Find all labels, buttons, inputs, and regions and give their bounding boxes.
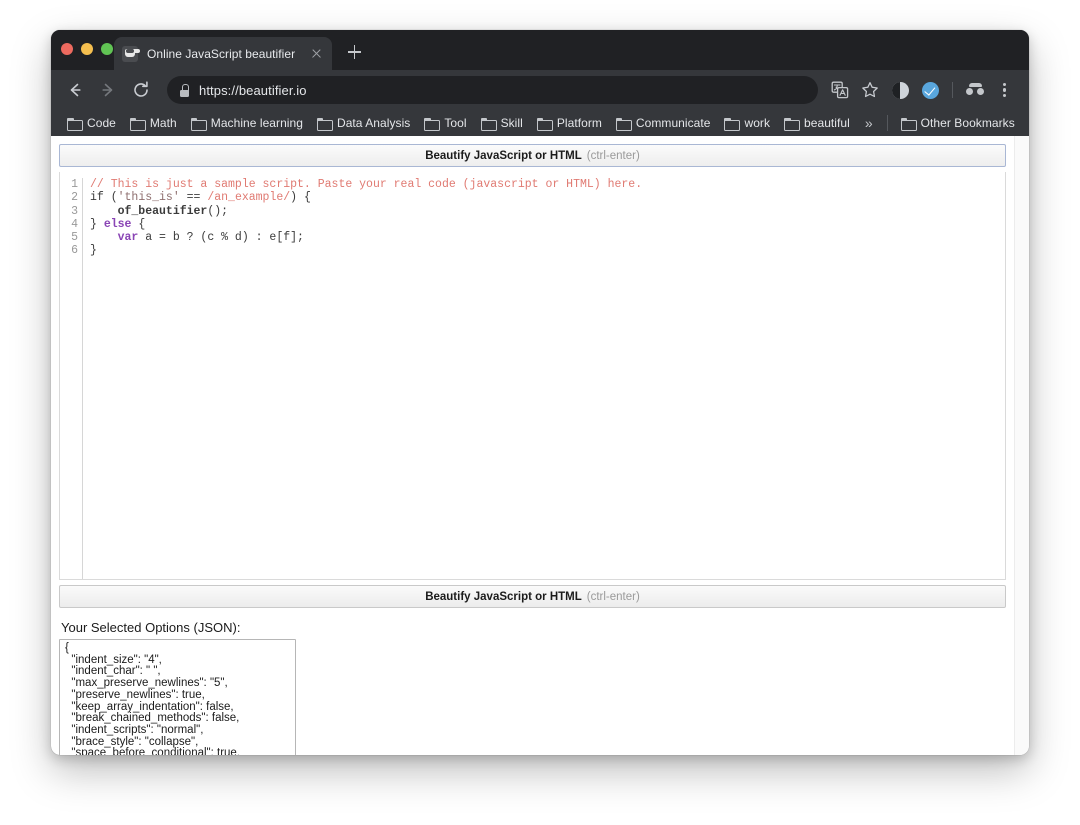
bookmark-label: Data Analysis: [336, 116, 411, 130]
code-line-6: }: [90, 244, 97, 258]
folder-icon: [316, 117, 333, 131]
bookmark-label: Communicate: [635, 116, 711, 130]
bookmark-label: Code: [87, 116, 116, 130]
bookmark-label: Other Bookmarks: [920, 116, 1015, 130]
extension-dark-icon[interactable]: [886, 76, 914, 104]
beautify-top-button[interactable]: Beautify JavaScript or HTML (ctrl-enter): [59, 144, 1006, 167]
bookmark-star-icon[interactable]: [856, 76, 884, 104]
code-text[interactable]: // This is just a sample script. Paste y…: [83, 178, 1005, 579]
bookmark-label: Skill: [500, 116, 523, 130]
bookmark-code[interactable]: Code: [60, 112, 123, 134]
folder-icon: [724, 117, 741, 131]
forward-button[interactable]: [94, 76, 122, 104]
bookmark-label: Math: [149, 116, 177, 130]
bookmarks-bar: Code Math Machine learning Data Analysis…: [51, 110, 1029, 136]
close-window-button[interactable]: [61, 43, 73, 55]
chrome-menu-icon[interactable]: [991, 76, 1019, 104]
address-bar[interactable]: https://beautifier.io: [167, 76, 818, 104]
bookmark-math[interactable]: Math: [123, 112, 184, 134]
browser-toolbar: https://beautifier.io: [51, 70, 1029, 110]
maximize-window-button[interactable]: [101, 43, 113, 55]
tab-strip: Online JavaScript beautifier: [51, 30, 1029, 70]
page-content: Beautify JavaScript or HTML (ctrl-enter)…: [51, 136, 1014, 755]
address-bar-url: https://beautifier.io: [199, 82, 307, 98]
folder-icon: [615, 117, 632, 131]
tab-favicon-icon: [122, 45, 138, 62]
options-json-text: { "indent_size": "4", "indent_char": " "…: [65, 642, 241, 755]
bookmark-tool[interactable]: Tool: [417, 112, 473, 134]
incognito-icon[interactable]: [961, 76, 989, 104]
code-line-1: // This is just a sample script. Paste y…: [90, 178, 643, 191]
bookmark-beautiful[interactable]: beautiful: [777, 112, 857, 134]
bookmark-other-bookmarks[interactable]: Other Bookmarks: [894, 112, 1022, 134]
bookmark-label: Platform: [556, 116, 602, 130]
toolbar-divider: [952, 82, 953, 98]
bookmark-communicate[interactable]: Communicate: [609, 112, 718, 134]
reload-button[interactable]: [127, 76, 155, 104]
code-line-4: } else {: [90, 217, 146, 231]
page-scrollbar[interactable]: [1014, 136, 1029, 755]
beautify-bottom-button[interactable]: Beautify JavaScript or HTML (ctrl-enter): [59, 585, 1006, 608]
resize-handle[interactable]: [282, 753, 294, 755]
options-label: Your Selected Options (JSON):: [61, 620, 241, 635]
bookmark-machine-learning[interactable]: Machine learning: [184, 112, 310, 134]
code-line-2: if ('this_is' == /an_example/) {: [90, 191, 311, 205]
folder-icon: [424, 117, 441, 131]
folder-icon: [129, 117, 146, 131]
extension-blue-check-icon[interactable]: [916, 76, 944, 104]
bookmark-platform[interactable]: Platform: [530, 112, 609, 134]
window-traffic-lights: [61, 43, 113, 55]
bookmark-work[interactable]: work: [717, 112, 777, 134]
toolbar-icon-group: [826, 76, 1019, 104]
beautify-bottom-title: Beautify JavaScript or HTML: [425, 590, 582, 603]
bookmark-data-analysis[interactable]: Data Analysis: [310, 112, 417, 134]
tab-title: Online JavaScript beautifier: [147, 46, 296, 61]
minimize-window-button[interactable]: [81, 43, 93, 55]
new-tab-button[interactable]: [343, 41, 365, 63]
options-json-textarea[interactable]: { "indent_size": "4", "indent_char": " "…: [59, 639, 296, 755]
bookmark-label: Machine learning: [210, 116, 303, 130]
bookmark-skill[interactable]: Skill: [474, 112, 530, 134]
folder-icon: [67, 117, 83, 131]
folder-icon: [900, 117, 917, 131]
page-viewport: Beautify JavaScript or HTML (ctrl-enter)…: [51, 136, 1029, 755]
back-button[interactable]: [61, 76, 89, 104]
beautify-top-title: Beautify JavaScript or HTML: [425, 149, 582, 162]
desktop-background: Online JavaScript beautifier https://bea…: [0, 0, 1080, 825]
folder-icon: [480, 117, 497, 131]
code-line-5: var a = b ? (c % d) : e[f];: [90, 231, 304, 245]
bookmarks-divider: [886, 115, 888, 131]
folder-icon: [190, 117, 207, 131]
bookmarks-overflow-chevron-icon[interactable]: »: [857, 116, 881, 130]
beautify-top-hint: (ctrl-enter): [586, 149, 640, 162]
close-tab-icon[interactable]: [308, 46, 324, 62]
browser-tab-active[interactable]: Online JavaScript beautifier: [114, 37, 332, 70]
bookmark-label: Tool: [444, 116, 467, 130]
translate-icon[interactable]: [826, 76, 854, 104]
bookmark-label: work: [744, 116, 771, 130]
bookmark-label: beautiful: [804, 116, 850, 130]
folder-icon: [784, 117, 801, 131]
code-line-3: of_beautifier();: [90, 204, 229, 218]
folder-icon: [536, 117, 553, 131]
beautify-bottom-hint: (ctrl-enter): [586, 590, 640, 603]
code-editor[interactable]: 1 2 3 4 5 6 // This is just a sample scr…: [59, 172, 1006, 580]
lock-icon: [179, 84, 190, 97]
line-number-gutter: 1 2 3 4 5 6: [60, 178, 83, 579]
code-editor-body[interactable]: 1 2 3 4 5 6 // This is just a sample scr…: [60, 172, 1005, 579]
browser-window: Online JavaScript beautifier https://bea…: [51, 30, 1029, 755]
